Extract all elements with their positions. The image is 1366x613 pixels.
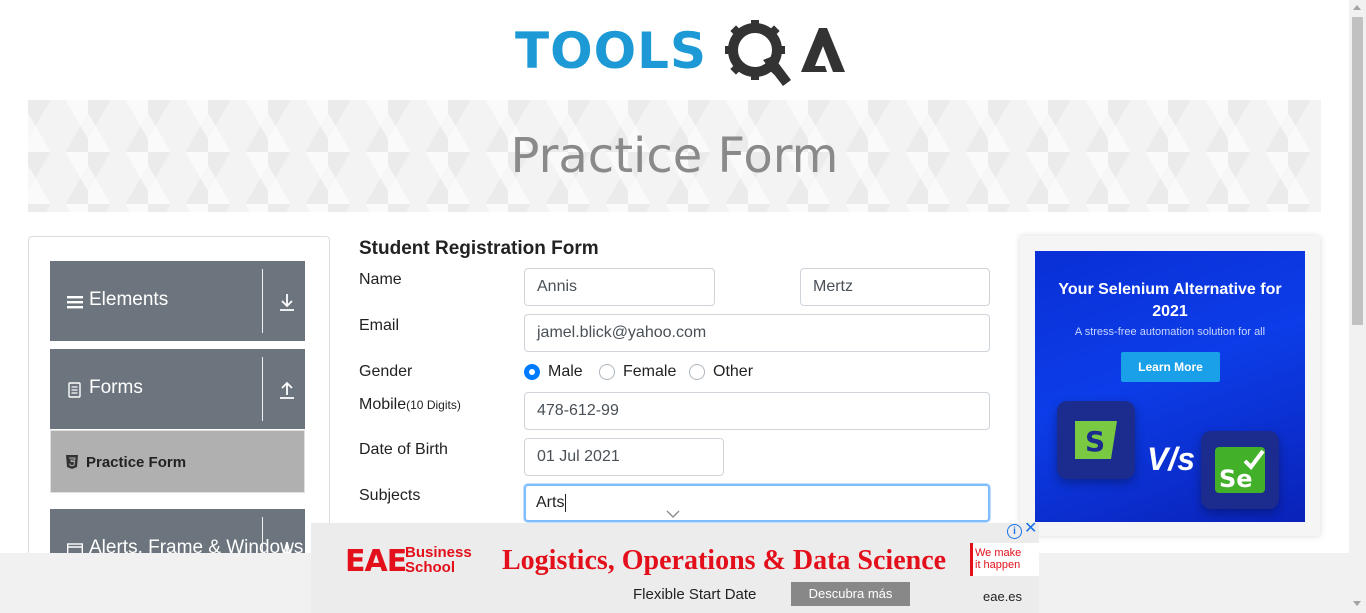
tag-line-2: it happen (975, 559, 1021, 571)
dob-label: Date of Birth (359, 441, 448, 458)
toolsqa-logo[interactable]: TOOLS (515, 14, 845, 90)
ad-tagline: We make it happen (970, 543, 1039, 576)
scrollbar-thumb[interactable] (1352, 17, 1363, 325)
divider (262, 357, 263, 421)
bottom-banner-ad[interactable]: EAE Business School Logistics, Operation… (311, 523, 1039, 613)
squish-logo-graphic: S (1075, 421, 1117, 459)
page-title: Practice Form (510, 128, 839, 184)
side-ad[interactable]: Your Selenium Alternative for 2021 A str… (1035, 251, 1305, 522)
eae-logo: EAE (345, 544, 407, 579)
gear-magnifier-logo-icon (725, 20, 845, 86)
logo-left-letter: S (1085, 425, 1105, 458)
radio-label[interactable]: Female (623, 363, 676, 381)
gender-label: Gender (359, 363, 413, 380)
page-banner: Practice Form (28, 100, 1321, 212)
date-of-birth-input[interactable]: 01 Jul 2021 (524, 438, 724, 476)
ad-info-icon[interactable]: i (1007, 524, 1022, 539)
radio-dot[interactable] (599, 364, 615, 380)
mobile-label: Mobile(10 Digits) (359, 396, 461, 414)
mobile-hint: (10 Digits) (406, 398, 461, 412)
descubra-mas-button[interactable]: Descubra más (791, 582, 910, 606)
subjects-value: Arts (536, 494, 565, 511)
ad-domain: eae.es (983, 589, 1023, 604)
ad-close-icon[interactable]: ✕ (1024, 521, 1038, 537)
selenium-logo-graphic: Se (1215, 447, 1265, 493)
sidebar-group-elements[interactable]: Elements (50, 261, 305, 341)
eae-business-school: Business School (405, 545, 472, 575)
chevron-down-icon[interactable] (666, 510, 680, 518)
mobile-label-text: Mobile (359, 396, 407, 413)
vertical-scrollbar[interactable] (1349, 0, 1366, 613)
radio-dot[interactable] (689, 364, 705, 380)
sidebar-item-label: Practice Form (86, 454, 187, 471)
ad-subline: Flexible Start Date (633, 586, 757, 603)
divider (262, 269, 263, 333)
menu-icon (67, 296, 83, 309)
form-title: Student Registration Form (359, 238, 599, 259)
logo-right-letters: Se (1219, 465, 1253, 493)
email-input[interactable]: jamel.blick@yahoo.com (524, 314, 990, 352)
sidebar-group-forms[interactable]: Forms (50, 349, 305, 429)
selenium-logo-icon: Se (1201, 431, 1279, 509)
upload-arrow-icon[interactable] (278, 381, 296, 401)
sidebar-item-practice-form[interactable]: Practice Form (50, 430, 305, 493)
document-icon (68, 382, 81, 398)
radio-label[interactable]: Other (713, 363, 753, 381)
name-label: Name (359, 271, 402, 288)
radio-dot[interactable] (524, 364, 540, 380)
tag-line-1: We make (975, 547, 1022, 559)
last-name-input[interactable]: Mertz (800, 268, 990, 306)
subjects-input[interactable]: Arts (524, 484, 990, 522)
squish-logo-icon: S (1057, 401, 1135, 479)
first-name-input[interactable]: Annis (524, 268, 715, 306)
ad-headline: Your Selenium Alternative for 2021 (1058, 281, 1282, 320)
download-arrow-icon[interactable] (278, 293, 296, 313)
sidebar-group-label: Elements (89, 289, 169, 310)
versus-text: V/s (1147, 441, 1196, 477)
subjects-label: Subjects (359, 487, 421, 504)
html5-icon (66, 455, 78, 469)
mobile-input[interactable]: 478-612-99 (524, 392, 990, 430)
left-sidebar: Elements Forms Practice Form Alerts, Fra… (28, 236, 330, 568)
logo-text: TOOLS (515, 22, 707, 80)
learn-more-button[interactable]: Learn More (1121, 352, 1220, 382)
text-cursor (565, 493, 567, 512)
email-label: Email (359, 317, 400, 334)
scroll-up-arrow-icon[interactable] (1353, 5, 1361, 10)
ad-subline: A stress-free automation solution for al… (1074, 326, 1266, 338)
scroll-down-arrow-icon[interactable] (1353, 601, 1361, 606)
brand-sub-2: School (405, 559, 456, 576)
radio-label[interactable]: Male (548, 363, 583, 381)
sidebar-group-label: Forms (89, 377, 143, 398)
ad-headline: Logistics, Operations & Data Science (502, 545, 947, 576)
